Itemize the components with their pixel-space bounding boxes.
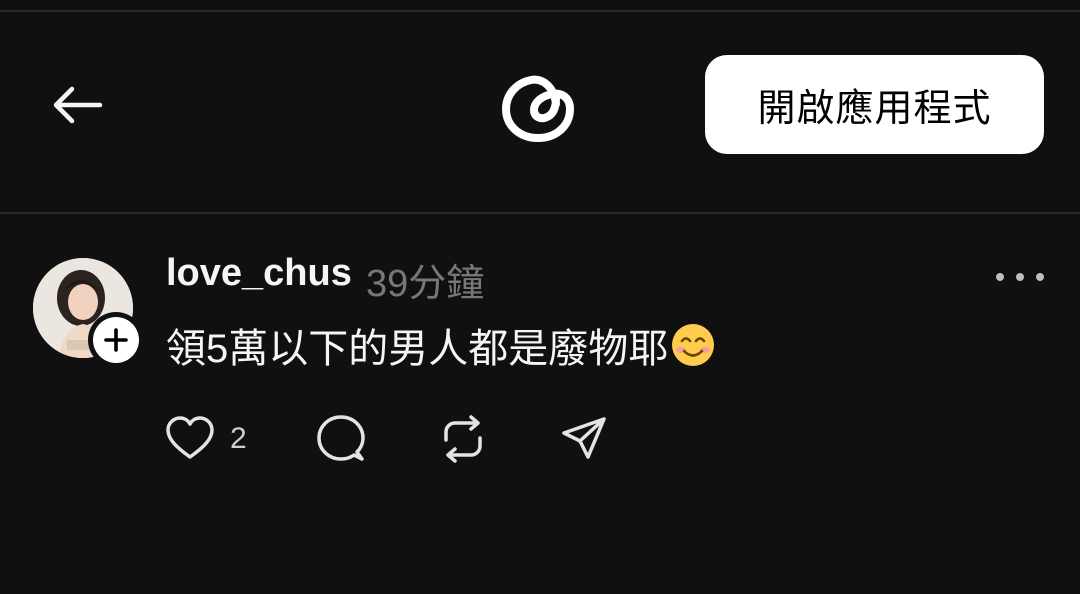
like-count: 2 xyxy=(230,422,247,455)
like-button[interactable]: 2 xyxy=(164,414,247,464)
threads-logo-icon[interactable] xyxy=(498,64,582,148)
back-button[interactable] xyxy=(44,72,110,138)
more-horizontal-icon xyxy=(996,273,1004,281)
smiling-face-emoji xyxy=(672,324,715,366)
repost-button[interactable] xyxy=(438,414,488,464)
status-strip xyxy=(0,0,1080,12)
top-bar: 開啟應用程式 xyxy=(0,12,1080,212)
username[interactable]: love_chus xyxy=(166,252,352,295)
arrow-left-icon xyxy=(53,86,103,124)
share-button[interactable] xyxy=(560,414,608,464)
plus-icon xyxy=(104,328,128,352)
open-app-button[interactable]: 開啟應用程式 xyxy=(705,55,1044,154)
post-body: 領5萬以下的男人都是廢物耶 xyxy=(166,316,716,374)
post-text: 領5萬以下的男人都是廢物耶 xyxy=(166,327,669,371)
send-icon xyxy=(562,417,606,459)
heart-icon xyxy=(166,416,214,459)
reply-button[interactable] xyxy=(316,414,366,464)
follow-button[interactable] xyxy=(88,312,144,368)
more-dot xyxy=(1036,273,1044,281)
timestamp: 39分鐘 xyxy=(366,263,485,305)
post-card: love_chus 39分鐘 領5萬以下的男人都是廢物耶 2 xyxy=(0,214,1080,594)
more-options-button[interactable] xyxy=(996,262,1044,292)
post-actions: 2 xyxy=(164,414,624,464)
comment-icon xyxy=(317,415,365,461)
repost-icon xyxy=(444,415,482,463)
more-dot xyxy=(1016,273,1024,281)
